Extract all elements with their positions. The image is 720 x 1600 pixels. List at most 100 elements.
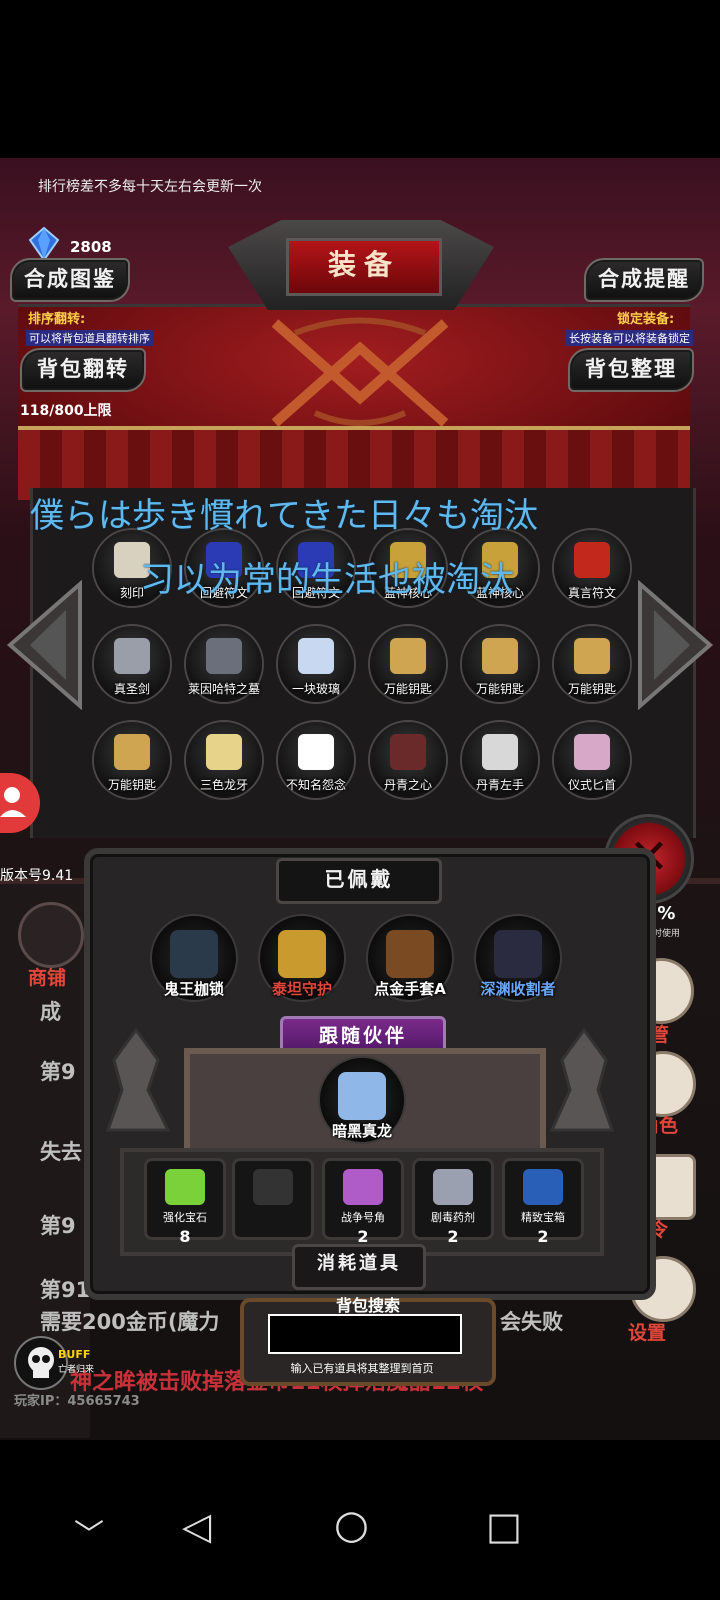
consumable-slot[interactable]: 剧毒药剂 2 [412, 1158, 494, 1246]
inventory-slot[interactable]: 万能钥匙 [92, 720, 172, 800]
side-button-settings[interactable]: 设置 [628, 1318, 666, 1345]
consumable-label: 战争号角 [341, 1211, 385, 1224]
inventory-item-label: 一块玻璃 [291, 682, 340, 696]
item-icon [574, 638, 610, 674]
equipped-header: 已佩戴 [276, 858, 442, 904]
item-icon [390, 734, 426, 770]
consumable-slot[interactable]: 战争号角 2 [322, 1158, 404, 1246]
inventory-slot[interactable]: 一块玻璃 [276, 624, 356, 704]
inventory-item-label: 不知名怨念 [285, 778, 346, 792]
empty-slot-icon [253, 1169, 293, 1205]
equipped-slot[interactable]: 点金手套A [366, 914, 454, 1002]
synthesis-reminder-button[interactable]: 合成提醒 [584, 258, 704, 302]
log-line-6: 需要200金币(魔力 [40, 1310, 220, 1334]
sort-flip-label: 排序翻转: [28, 312, 86, 327]
equipped-slot[interactable]: 深渊收割者 [474, 914, 562, 1002]
consumable-count: 2 [447, 1227, 459, 1246]
previous-page-arrow-icon[interactable] [6, 580, 84, 710]
equipped-item-label: 点金手套A [374, 980, 446, 998]
version-label: 版本号9.41 [0, 868, 74, 884]
equipped-slot[interactable]: 泰坦守护 [258, 914, 346, 1002]
item-icon [298, 638, 334, 674]
item-icon [482, 638, 518, 674]
poison-potion-icon [433, 1169, 473, 1205]
inventory-slot[interactable]: 万能钥匙 [368, 624, 448, 704]
synthesis-catalog-button[interactable]: 合成图鉴 [10, 258, 130, 302]
consumable-count: 8 [179, 1227, 191, 1246]
item-icon [574, 542, 610, 578]
inventory-slot[interactable]: 真圣剑 [92, 624, 172, 704]
inventory-slot[interactable]: 万能钥匙 [552, 624, 632, 704]
item-icon [206, 734, 242, 770]
inventory-item-label: 丹青之心 [383, 778, 432, 792]
equipped-slot[interactable]: 鬼王枷锁 [150, 914, 238, 1002]
titan-guard-icon [278, 930, 326, 978]
bag-search-input[interactable] [268, 1314, 462, 1354]
inventory-slot[interactable]: 丹青左手 [460, 720, 540, 800]
consumables-header: 消耗道具 [292, 1244, 426, 1290]
update-notice: 排行榜差不多每十天左右会更新一次 [38, 179, 262, 195]
crossed-swords-emblem-icon [271, 317, 449, 427]
consumable-count: 2 [537, 1227, 549, 1246]
inventory-slot[interactable]: 莱因哈特之墓 [184, 624, 264, 704]
gauntlet-icon [386, 930, 434, 978]
shackles-icon [170, 930, 218, 978]
next-page-arrow-icon[interactable] [636, 580, 714, 710]
recents-button[interactable]: □ [486, 1504, 522, 1548]
equipped-item-label: 泰坦守护 [271, 980, 332, 998]
inventory-item-label: 丹青左手 [475, 778, 524, 792]
consumable-slot[interactable]: 强化宝石 8 [144, 1158, 226, 1246]
shop-icon[interactable] [18, 902, 84, 968]
avatar[interactable] [0, 773, 40, 833]
item-icon [390, 638, 426, 674]
inventory-slot[interactable]: 仪式匕首 [552, 720, 632, 800]
log-line-3: 失去 [40, 1140, 82, 1164]
enhance-gem-icon [165, 1169, 205, 1205]
lyric-line-1: 僕らは歩き慣れてきた日々も淘汰 [30, 496, 538, 536]
inventory-item-label: 万能钥匙 [383, 682, 432, 696]
hide-keyboard-button[interactable]: ﹀ [74, 1510, 104, 1554]
inventory-item-label: 仪式匕首 [567, 778, 616, 792]
user-icon [0, 787, 26, 817]
game-screen: 排行榜差不多每十天左右会更新一次 2808 装备 合成图鉴 合成提醒 排序翻转:… [0, 158, 720, 1440]
log-line-5: 第91 [40, 1278, 91, 1302]
buff-subtext: 亡者归来 [58, 1365, 95, 1375]
war-horn-icon [343, 1169, 383, 1205]
player-ip: 玩家IP：45665743 [14, 1394, 140, 1409]
log-line-4: 第9 [40, 1214, 76, 1238]
consumable-label: 强化宝石 [163, 1211, 207, 1224]
back-button[interactable]: ◁ [182, 1504, 211, 1548]
inventory-item-label: 万能钥匙 [475, 682, 524, 696]
bag-search-title: 背包搜索 [335, 1296, 400, 1315]
inventory-slot[interactable]: 三色龙牙 [184, 720, 264, 800]
lyric-line-2: 习以为常的生活也被淘汰 [140, 560, 514, 600]
inventory-item-label: 莱因哈特之墓 [187, 682, 260, 696]
log-line-7: 会失败 [500, 1310, 563, 1334]
inventory-slot[interactable]: 丹青之心 [368, 720, 448, 800]
home-button[interactable]: ○ [334, 1502, 369, 1548]
item-icon [114, 638, 150, 674]
inventory-slot[interactable]: 万能钥匙 [460, 624, 540, 704]
bag-flip-button[interactable]: 背包翻转 [20, 348, 146, 392]
inventory-item-label: 三色龙牙 [199, 778, 248, 792]
inventory-slot[interactable]: 不知名怨念 [276, 720, 356, 800]
companion-slot[interactable]: 暗黑真龙 [318, 1056, 406, 1144]
inventory-item-label: 真圣剑 [113, 682, 150, 696]
inventory-item-label: 万能钥匙 [567, 682, 616, 696]
bag-search-hint: 输入已有道具将其整理到首页 [290, 1362, 434, 1375]
consumable-slot[interactable]: 精致宝箱 2 [502, 1158, 584, 1246]
lock-equipment-desc: 长按装备可以将装备锁定 [566, 330, 693, 346]
consumable-slot-empty[interactable] [232, 1158, 314, 1240]
item-icon [574, 734, 610, 770]
equipped-item-label: 深渊收割者 [480, 980, 556, 998]
log-line-1: 成 [40, 1000, 61, 1024]
inventory-slot[interactable]: 真言符文 [552, 528, 632, 608]
bag-sort-button[interactable]: 背包整理 [568, 348, 694, 392]
gem-count: 2808 [70, 238, 112, 256]
dark-dragon-icon [338, 1072, 386, 1120]
inventory-item-label: 真言符文 [567, 586, 616, 600]
equipped-item-label: 鬼王枷锁 [163, 980, 224, 998]
companion-label: 暗黑真龙 [331, 1122, 392, 1140]
shop-label: 商铺 [28, 967, 67, 989]
item-icon [298, 734, 334, 770]
